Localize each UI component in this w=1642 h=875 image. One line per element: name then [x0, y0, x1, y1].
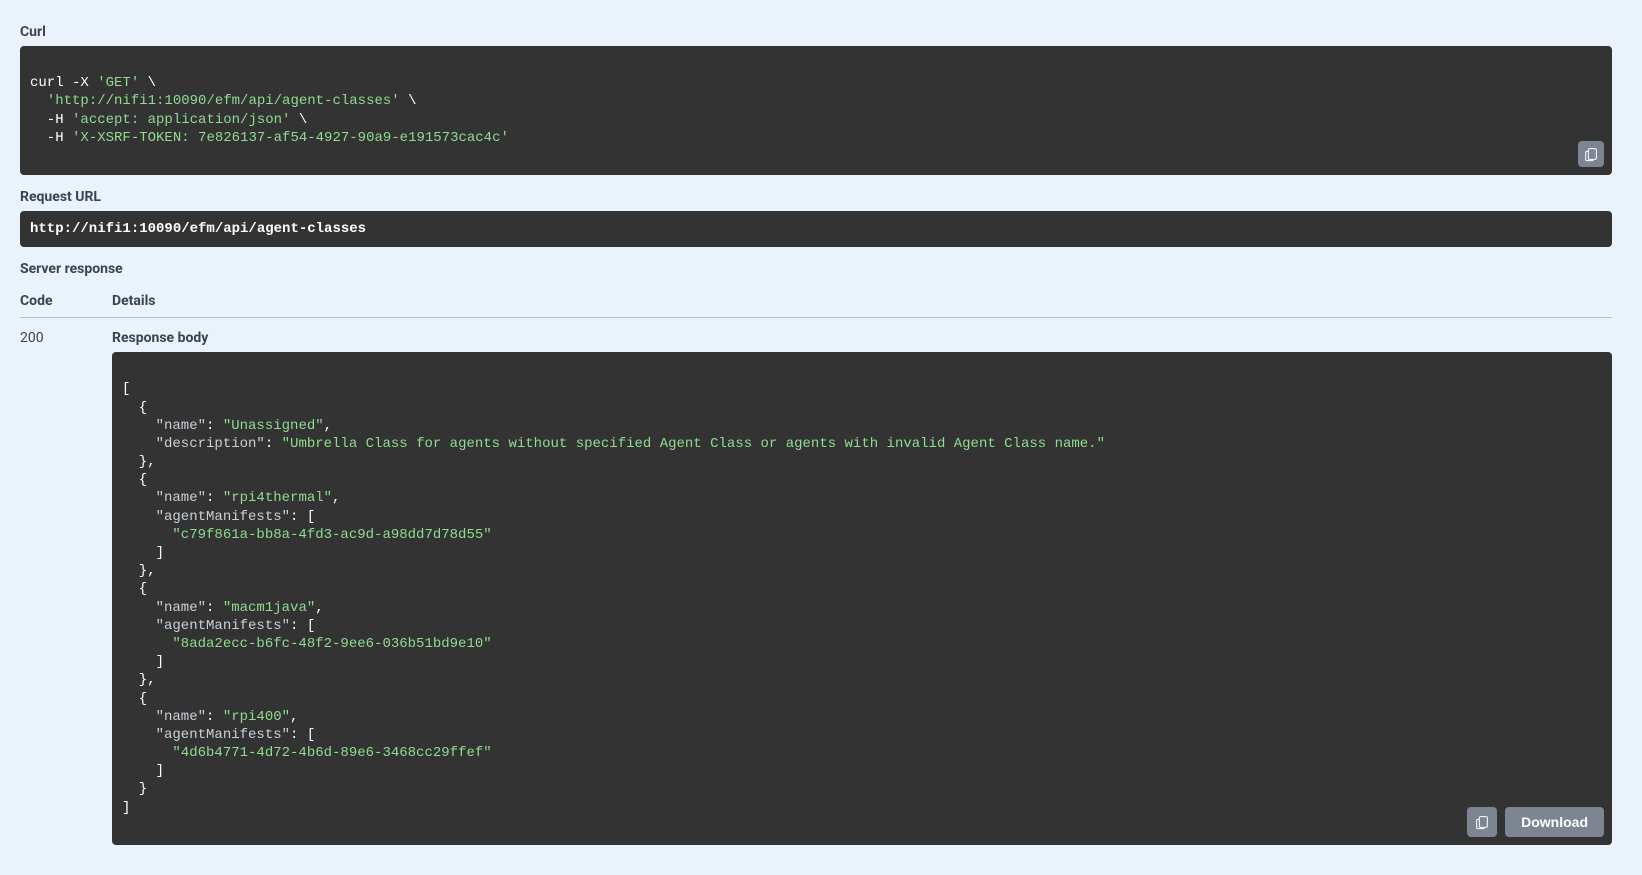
json-text: : — [206, 600, 223, 616]
details-column-header: Details — [112, 293, 1612, 309]
curl-text: \ — [139, 75, 156, 91]
json-text: "Umbrella Class for agents without speci… — [282, 436, 1105, 452]
json-text: ] — [122, 763, 164, 779]
curl-text: \ — [290, 112, 307, 128]
json-text: "8ada2ecc-b6fc-48f2-9ee6-036b51bd9e10" — [122, 636, 492, 652]
curl-text: \ — [400, 93, 417, 109]
json-text: ] — [122, 800, 130, 816]
json-text: "name" — [122, 418, 206, 434]
json-text: : [ — [290, 618, 315, 634]
json-text: "Unassigned" — [223, 418, 324, 434]
json-text: "agentManifests" — [122, 509, 290, 525]
json-text: "name" — [122, 709, 206, 725]
curl-text: 'http://nifi1:10090/efm/api/agent-classe… — [47, 93, 400, 109]
json-text: "4d6b4771-4d72-4b6d-89e6-3468cc29ffef" — [122, 745, 492, 761]
json-text: : [ — [290, 509, 315, 525]
curl-code-block: curl -X 'GET' \ 'http://nifi1:10090/efm/… — [20, 46, 1612, 175]
response-body-block: [ { "name": "Unassigned", "description":… — [112, 352, 1612, 845]
curl-text: 'GET' — [97, 75, 139, 91]
curl-text: -H — [30, 130, 72, 146]
json-text: [ — [122, 381, 130, 397]
curl-text — [30, 93, 47, 109]
download-button[interactable]: Download — [1505, 807, 1604, 837]
json-text: ] — [122, 654, 164, 670]
json-text: , — [315, 600, 323, 616]
json-text: "c79f861a-bb8a-4fd3-ac9d-a98dd7d78d55" — [122, 527, 492, 543]
curl-text: 'X-XSRF-TOKEN: 7e826137-af54-4927-90a9-e… — [72, 130, 509, 146]
json-text: "rpi4thermal" — [223, 490, 332, 506]
copy-curl-button[interactable] — [1578, 141, 1604, 167]
json-text: "name" — [122, 490, 206, 506]
json-text: : — [206, 418, 223, 434]
request-url-label: Request URL — [20, 189, 1612, 205]
json-text: { — [122, 400, 147, 416]
json-text: : — [206, 490, 223, 506]
clipboard-icon — [1474, 814, 1490, 830]
response-table-header: Code Details — [20, 285, 1612, 318]
json-text: }, — [122, 672, 156, 688]
json-text: : — [265, 436, 282, 452]
clipboard-icon — [1583, 146, 1599, 162]
json-text: { — [122, 472, 147, 488]
json-text: "description" — [122, 436, 265, 452]
json-text: , — [324, 418, 332, 434]
json-text: { — [122, 581, 147, 597]
json-text: } — [122, 781, 147, 797]
json-text: : [ — [290, 727, 315, 743]
json-text: "agentManifests" — [122, 618, 290, 634]
server-response-label: Server response — [20, 261, 1612, 277]
json-text: "name" — [122, 600, 206, 616]
response-body-label: Response body — [112, 330, 1612, 346]
request-url-value: http://nifi1:10090/efm/api/agent-classes — [20, 211, 1612, 247]
curl-text: 'accept: application/json' — [72, 112, 290, 128]
json-text: , — [332, 490, 340, 506]
response-row: 200 Response body [ { "name": "Unassigne… — [20, 330, 1612, 845]
json-text: : — [206, 709, 223, 725]
json-text: ] — [122, 545, 164, 561]
code-column-header: Code — [20, 293, 112, 309]
json-text: { — [122, 691, 147, 707]
curl-text: curl -X — [30, 75, 97, 91]
json-text: "agentManifests" — [122, 727, 290, 743]
curl-text: -H — [30, 112, 72, 128]
json-text: }, — [122, 454, 156, 470]
curl-label: Curl — [20, 24, 1612, 40]
json-text: , — [290, 709, 298, 725]
json-text: "macm1java" — [223, 600, 315, 616]
status-code: 200 — [20, 330, 112, 845]
copy-response-button[interactable] — [1467, 807, 1497, 837]
json-text: "rpi400" — [223, 709, 290, 725]
json-text: }, — [122, 563, 156, 579]
